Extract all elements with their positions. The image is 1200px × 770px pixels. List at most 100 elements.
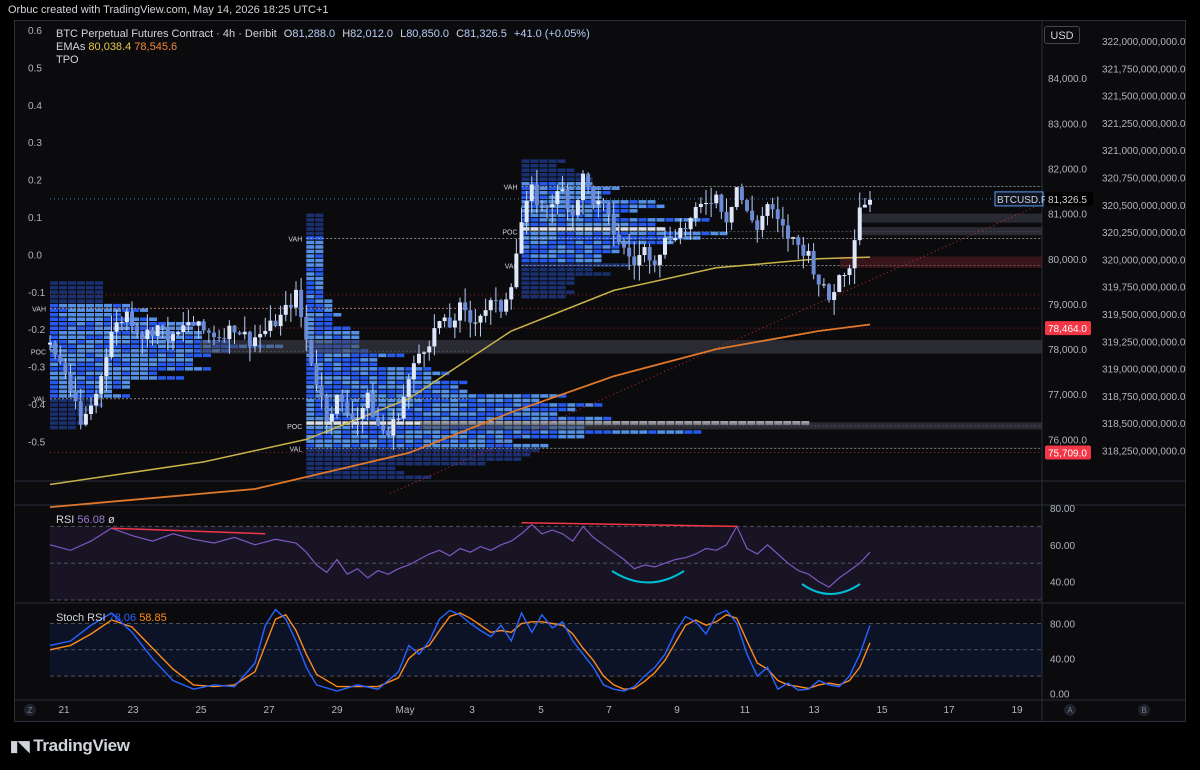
candle-body: [386, 430, 391, 436]
tpo-block: [629, 222, 638, 227]
tpo-block: [459, 434, 468, 439]
tpo-block: [306, 294, 315, 299]
tpo-block: [530, 281, 539, 285]
candle-body: [540, 205, 544, 207]
candle-body: [693, 207, 698, 219]
tpo-block: [149, 353, 157, 358]
tpo-block: [306, 285, 315, 290]
tpo-block: [95, 294, 103, 299]
tpo-block: [324, 448, 333, 452]
tpo-block: [665, 218, 674, 222]
auto-scale-label: A: [1067, 706, 1073, 715]
tpo-block: [360, 452, 369, 457]
tpo-block: [315, 322, 324, 326]
tpo-block: [113, 394, 121, 398]
candle-body: [514, 253, 519, 288]
tpo-block: [602, 249, 611, 254]
tpo-block: [414, 439, 423, 443]
tpo-block: [539, 258, 548, 263]
chart-canvas[interactable]: VAHPOCVALVAHPOCVALVAHPOCVAL 84,000.083,0…: [0, 0, 1200, 770]
tpo-block: [441, 416, 450, 421]
symbol-legend[interactable]: BTC Perpetual Futures Contract · 4h · De…: [56, 28, 590, 41]
currency-button[interactable]: USD: [1044, 26, 1080, 44]
tpo-block: [333, 471, 342, 475]
tpo-block: [405, 443, 414, 448]
stoch-legend[interactable]: Stoch RSI 78.06 58.85: [56, 612, 167, 625]
tpo-block: [539, 191, 548, 195]
tpo-block: [68, 340, 76, 344]
rsi-legend[interactable]: RSI 56.08 ø: [56, 514, 115, 527]
tpo-block: [194, 353, 202, 358]
tpo-block: [432, 403, 441, 407]
tpo-block: [342, 448, 351, 452]
tpo-block: [378, 471, 387, 475]
tpo-legend[interactable]: TPO: [56, 54, 79, 67]
tpo-poc-block: [647, 227, 656, 231]
tpo-block: [558, 434, 567, 439]
tpo-block: [176, 362, 184, 367]
candle-body: [504, 299, 509, 312]
candle-body: [570, 209, 575, 216]
tpo-block: [548, 159, 557, 163]
tpo-block: [324, 317, 333, 321]
tpo-block: [77, 367, 85, 371]
tpo-block: [59, 385, 67, 389]
profile-vah-label: VAH: [32, 306, 46, 313]
tpo-block: [593, 213, 602, 218]
tpo-block: [50, 322, 58, 326]
tpo-block: [387, 466, 396, 470]
candle-body: [755, 220, 760, 230]
tpo-block: [441, 389, 450, 394]
ema-legend[interactable]: EMAs 80,038.4 78,545.6: [56, 41, 177, 54]
tpo-block: [104, 394, 112, 398]
tpo-block: [477, 448, 486, 452]
tpo-block: [68, 416, 76, 421]
tpo-block: [68, 344, 76, 349]
tpo-block: [333, 452, 342, 457]
tpo-block: [629, 209, 638, 213]
tpo-block: [306, 367, 315, 371]
tpo-block: [315, 439, 324, 443]
tpo-block: [558, 403, 567, 407]
close-label: C: [456, 28, 465, 40]
right-tick-label: 318,500,000,000.0: [1102, 419, 1186, 430]
tpo-block: [369, 425, 378, 430]
ema-slow-badge: 78,464.0: [1048, 324, 1087, 335]
candle-body: [68, 373, 73, 392]
tpo-block: [86, 322, 94, 326]
tpo-block: [549, 412, 558, 416]
tpo-block: [306, 245, 315, 249]
symbol-badge: BTCUSD.P: [997, 195, 1048, 206]
poc-band: [420, 422, 1042, 430]
tpo-block: [68, 362, 76, 367]
tpo-block: [68, 294, 76, 299]
tpo-block: [369, 471, 378, 475]
tpo-block: [432, 443, 441, 448]
tpo-block: [306, 385, 315, 389]
candle-body: [304, 317, 309, 340]
price-tick-label: 84,000.0: [1048, 74, 1087, 85]
tpo-block: [441, 452, 450, 457]
tpo-block: [122, 340, 130, 344]
tpo-block: [315, 461, 324, 466]
tradingview-logo[interactable]: ▮◥ TradingView: [10, 736, 130, 756]
tpo-block: [158, 367, 166, 371]
tpo-poc-block: [656, 227, 665, 231]
tpo-block: [59, 299, 67, 303]
left-tick-label: 0.6: [28, 26, 42, 37]
tpo-block: [315, 276, 324, 281]
tpo-block: [638, 200, 647, 204]
tpo-block: [423, 461, 432, 466]
tpo-block: [521, 173, 530, 177]
tpo-block: [530, 218, 539, 222]
tpo-block: [539, 240, 548, 245]
tpo-block: [351, 457, 360, 461]
poc-band: [200, 340, 1042, 354]
candle-body: [365, 392, 370, 409]
tpo-block: [557, 231, 566, 236]
tpo-block: [548, 177, 557, 181]
candle-body: [714, 194, 719, 204]
tpo-block: [468, 407, 477, 412]
tpo-block: [315, 227, 324, 231]
candle-body: [555, 191, 560, 205]
